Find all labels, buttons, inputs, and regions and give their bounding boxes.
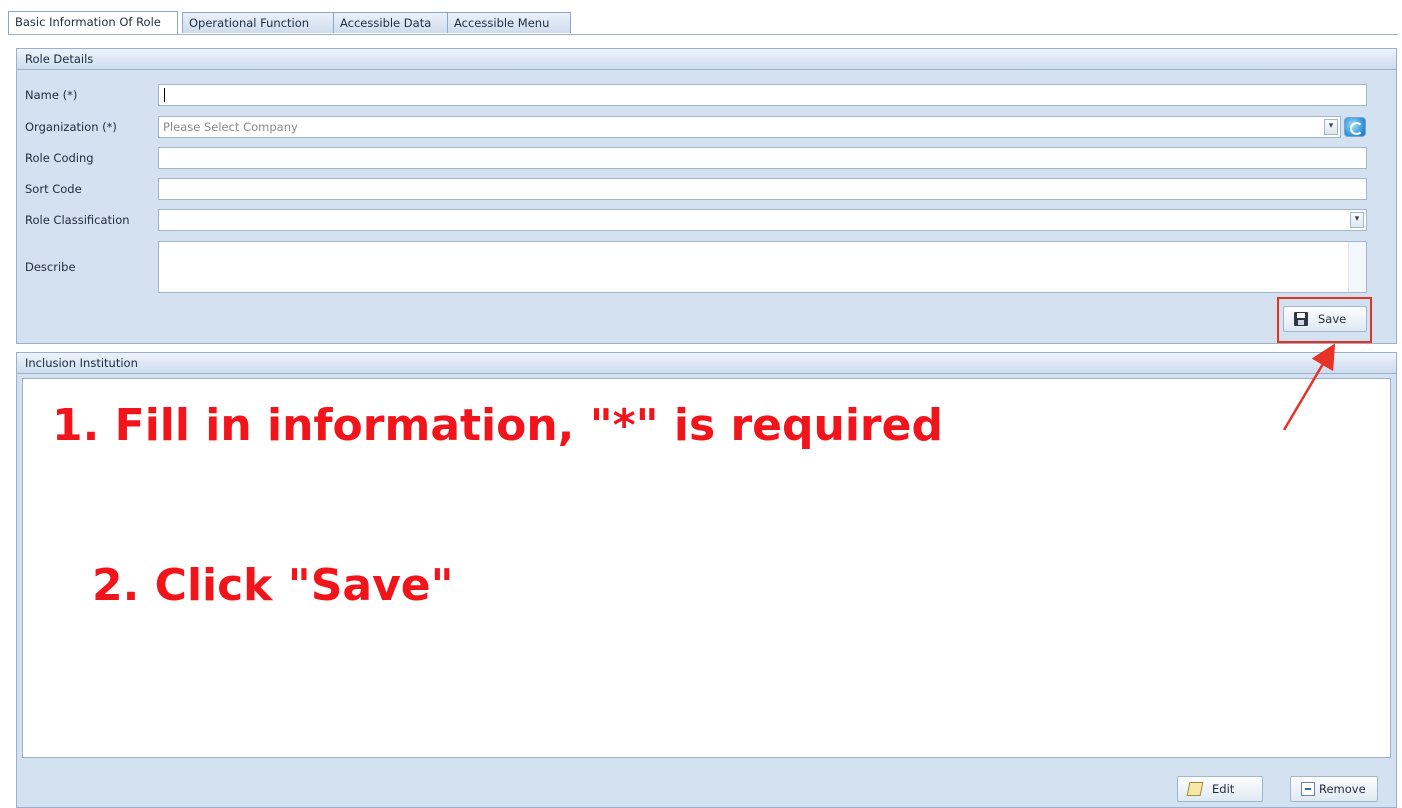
name-input[interactable]	[158, 84, 1367, 106]
role-classification-label: Role Classification	[25, 213, 130, 227]
edit-button-label: Edit	[1212, 782, 1235, 796]
describe-label: Describe	[25, 260, 76, 274]
describe-row: Describe	[17, 241, 1396, 293]
textarea-scrollbar[interactable]	[1348, 242, 1366, 292]
sort-code-row: Sort Code	[17, 178, 1396, 200]
remove-button[interactable]: Remove	[1290, 776, 1378, 802]
describe-textarea[interactable]	[158, 241, 1367, 293]
chevron-down-icon[interactable]: ▾	[1350, 212, 1364, 228]
role-coding-row: Role Coding	[17, 147, 1396, 169]
save-highlight-box	[1277, 297, 1372, 343]
role-classification-row: Role Classification ▾	[17, 209, 1396, 231]
annotation-step-1: 1. Fill in information, "*" is required	[52, 400, 943, 451]
name-row: Name (*)	[17, 84, 1396, 106]
inclusion-institution-header: Inclusion Institution	[17, 353, 1396, 374]
text-caret	[164, 88, 165, 102]
role-coding-label: Role Coding	[25, 151, 94, 165]
tab-bar: Basic Information Of Role Operational Fu…	[8, 8, 1398, 35]
tab-accessible-data[interactable]: Accessible Data	[333, 12, 448, 33]
edit-button[interactable]: Edit	[1177, 776, 1263, 802]
organization-select[interactable]: Please Select Company ▾	[158, 116, 1341, 138]
sort-code-input[interactable]	[158, 178, 1367, 200]
organization-placeholder: Please Select Company	[163, 120, 298, 134]
chevron-down-icon[interactable]: ▾	[1324, 119, 1338, 135]
remove-icon	[1301, 782, 1315, 796]
role-classification-select[interactable]: ▾	[158, 209, 1367, 231]
organization-row: Organization (*) Please Select Company ▾	[17, 116, 1396, 138]
tab-basic-information[interactable]: Basic Information Of Role	[8, 11, 178, 34]
edit-icon	[1186, 782, 1204, 796]
role-details-header: Role Details	[17, 49, 1396, 70]
role-details-group: Role Details Name (*) Organization (*) P…	[16, 48, 1397, 344]
annotation-step-2: 2. Click "Save"	[92, 560, 454, 611]
tab-operational-function[interactable]: Operational Function	[182, 12, 334, 33]
refresh-icon[interactable]	[1344, 117, 1366, 137]
organization-label: Organization (*)	[25, 120, 117, 134]
tab-accessible-menu[interactable]: Accessible Menu	[447, 12, 571, 33]
sort-code-label: Sort Code	[25, 182, 82, 196]
remove-button-label: Remove	[1319, 782, 1366, 796]
role-coding-input[interactable]	[158, 147, 1367, 169]
name-label: Name (*)	[25, 88, 78, 102]
